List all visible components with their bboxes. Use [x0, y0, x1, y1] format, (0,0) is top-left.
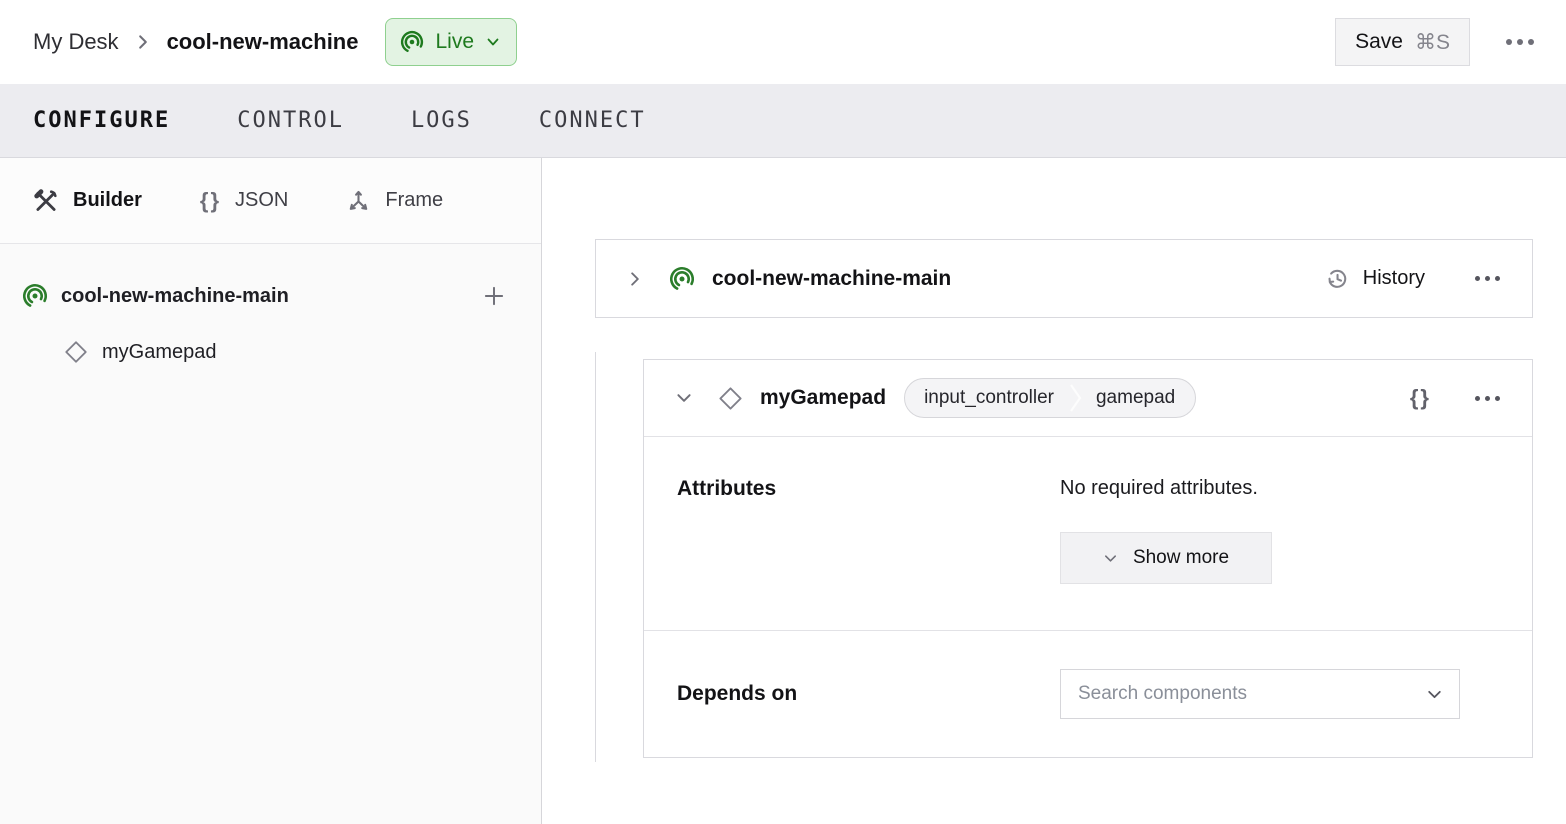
live-status-dropdown[interactable]: Live: [385, 18, 517, 66]
attributes-empty-text: No required attributes.: [1060, 477, 1272, 500]
machine-part-tree: cool-new-machine-main myGamepad: [0, 244, 541, 380]
attributes-body: No required attributes. Show more: [1060, 477, 1272, 630]
component-card-title: myGamepad: [760, 386, 886, 410]
primary-tab-bar: CONFIGURE CONTROL LOGS CONNECT: [0, 84, 1566, 158]
add-component-button[interactable]: [477, 279, 511, 313]
config-main-panel: cool-new-machine-main History: [542, 158, 1566, 824]
chevron-down-icon: [1426, 686, 1443, 703]
chevron-right-icon: [134, 33, 152, 51]
ellipsis-icon: [1475, 276, 1480, 281]
attributes-heading: Attributes: [677, 477, 1060, 630]
show-more-label: Show more: [1133, 547, 1229, 569]
tab-logs[interactable]: LOGS: [411, 108, 472, 133]
component-card-mygamepad: myGamepad input_controller gamepad {} At…: [643, 359, 1533, 758]
component-json-toggle-button[interactable]: {}: [1410, 385, 1431, 411]
machine-name: cool-new-machine: [167, 29, 359, 55]
top-header: My Desk cool-new-machine Live: [0, 0, 1566, 84]
config-sidebar: Builder {} JSON Frame: [0, 158, 542, 824]
breadcrumb-parent-link[interactable]: My Desk: [33, 29, 119, 55]
broadcast-icon: [669, 266, 695, 292]
diamond-icon: [63, 339, 89, 365]
save-button[interactable]: Save ⌘S: [1335, 18, 1470, 66]
ellipsis-icon: [1506, 39, 1512, 45]
view-tab-builder[interactable]: Builder: [33, 188, 142, 214]
depends-on-select[interactable]: [1060, 669, 1460, 719]
expand-chevron-right-icon[interactable]: [626, 270, 644, 288]
part-card-title: cool-new-machine-main: [712, 267, 951, 291]
plus-icon: [481, 283, 507, 309]
collapse-chevron-down-icon[interactable]: [675, 389, 693, 407]
component-type-badge: input_controller gamepad: [904, 378, 1196, 418]
chevron-down-icon: [1103, 551, 1118, 566]
tree-item-label: myGamepad: [102, 341, 217, 364]
view-tab-frame-label: Frame: [385, 189, 443, 212]
tab-configure[interactable]: CONFIGURE: [33, 108, 170, 133]
tools-icon: [33, 188, 59, 214]
diamond-icon: [717, 385, 744, 412]
save-label: Save: [1355, 30, 1403, 54]
content-area: Builder {} JSON Frame: [0, 158, 1566, 824]
show-more-button[interactable]: Show more: [1060, 532, 1272, 584]
save-shortcut-hint: ⌘S: [1415, 30, 1450, 55]
ellipsis-icon: [1475, 396, 1480, 401]
depends-on-heading: Depends on: [677, 682, 1060, 706]
history-icon: [1324, 266, 1350, 292]
tree-connector-line: [595, 352, 596, 762]
braces-icon: {}: [200, 188, 221, 214]
breadcrumb: My Desk cool-new-machine Live: [33, 18, 517, 66]
view-tab-json-label: JSON: [235, 189, 288, 212]
attributes-section: Attributes No required attributes. Show …: [644, 437, 1532, 631]
part-card: cool-new-machine-main History: [595, 239, 1533, 318]
header-overflow-menu-button[interactable]: [1500, 33, 1540, 51]
search-components-input[interactable]: [1078, 683, 1426, 705]
history-label: History: [1363, 267, 1425, 290]
part-card-overflow-menu-button[interactable]: [1469, 270, 1506, 287]
tab-control[interactable]: CONTROL: [237, 108, 344, 133]
tree-item-label: cool-new-machine-main: [61, 285, 289, 308]
view-tab-builder-label: Builder: [73, 189, 142, 212]
chevron-down-icon: [485, 34, 501, 50]
component-overflow-menu-button[interactable]: [1469, 390, 1506, 407]
component-type: input_controller: [905, 387, 1070, 409]
history-button[interactable]: History: [1324, 266, 1425, 292]
broadcast-icon: [22, 283, 48, 309]
badge-divider-chevron-icon: [1070, 379, 1082, 417]
header-actions: Save ⌘S: [1335, 18, 1540, 66]
component-card-header: myGamepad input_controller gamepad {}: [644, 360, 1532, 437]
view-mode-tabs: Builder {} JSON Frame: [0, 158, 541, 244]
frame-icon: [346, 188, 371, 213]
broadcast-icon: [400, 30, 424, 54]
view-tab-frame[interactable]: Frame: [346, 188, 443, 213]
view-tab-json[interactable]: {} JSON: [200, 188, 288, 214]
component-model: gamepad: [1082, 387, 1195, 409]
depends-on-section: Depends on: [644, 631, 1532, 757]
live-status-label: Live: [435, 30, 474, 54]
tab-connect[interactable]: CONNECT: [539, 108, 646, 133]
tree-item-mygamepad[interactable]: myGamepad: [0, 324, 541, 380]
tree-item-main-part[interactable]: cool-new-machine-main: [0, 268, 541, 324]
machine-config-page: My Desk cool-new-machine Live: [0, 0, 1566, 824]
